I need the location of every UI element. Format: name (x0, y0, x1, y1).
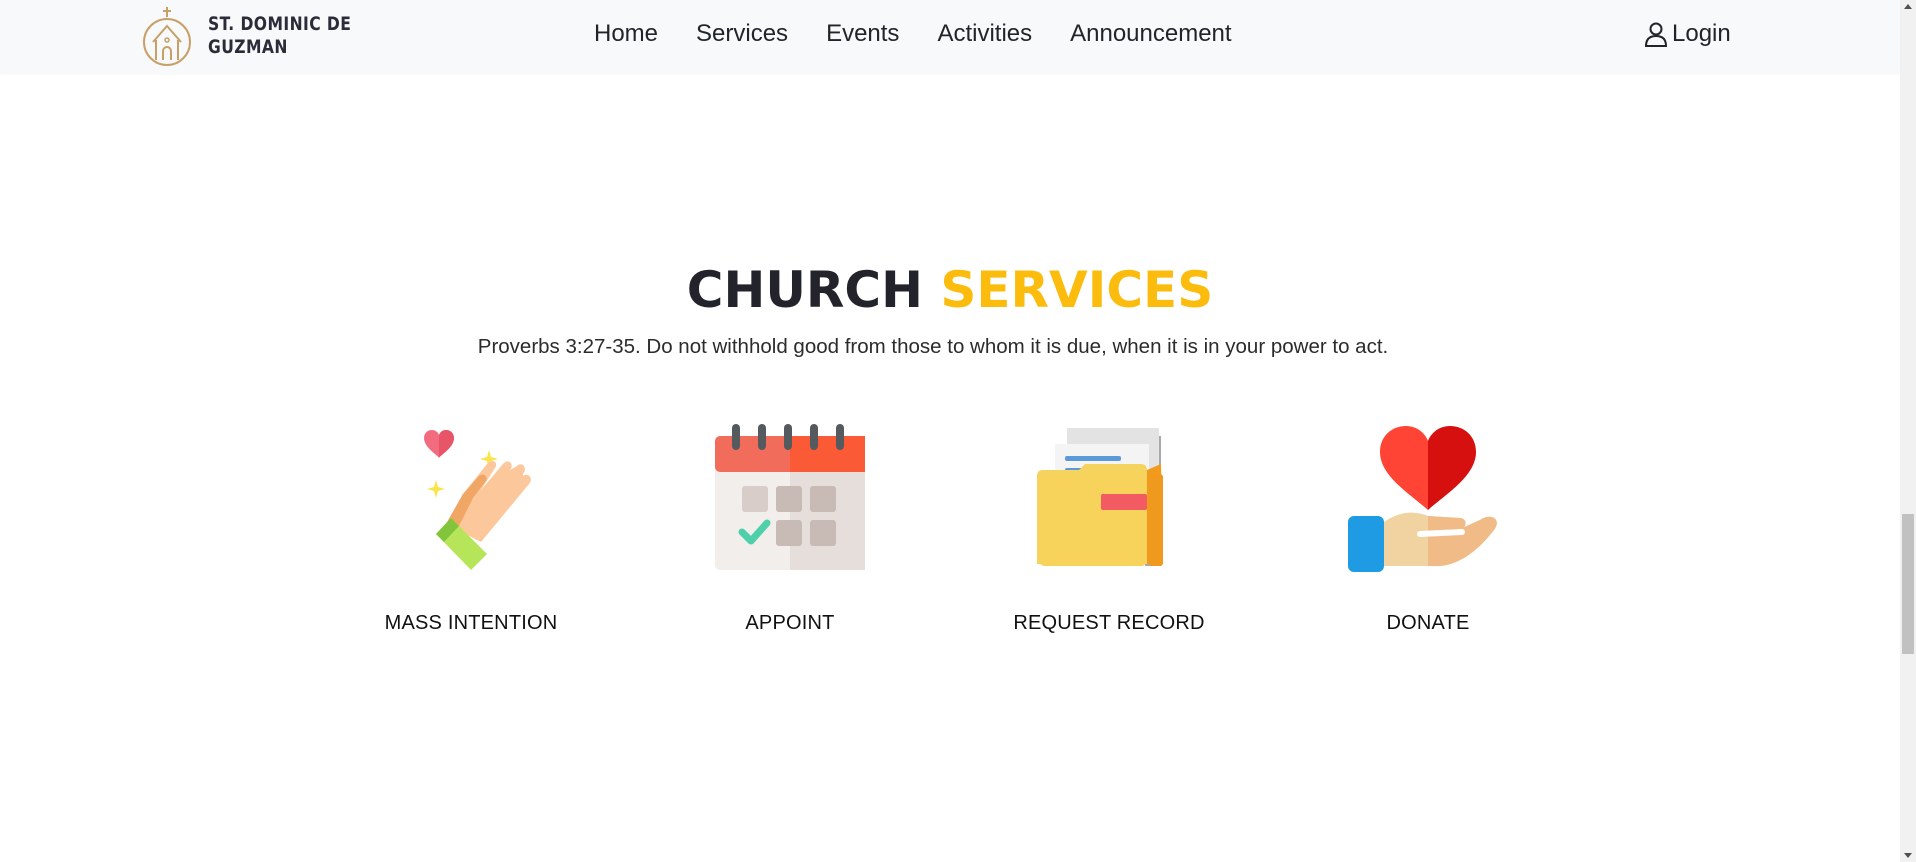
vertical-scrollbar[interactable] (1900, 0, 1916, 862)
folder-documents-icon (1037, 428, 1163, 566)
scroll-up-arrow-icon[interactable] (1904, 4, 1912, 9)
praying-hands-icon (424, 429, 531, 570)
service-label-mass-intention: MASS INTENTION (384, 612, 558, 634)
service-label-request-record: REQUEST RECORD (1013, 612, 1205, 634)
service-label-appoint: APPOINT (745, 612, 835, 634)
services-grid: MASS INTENTION APPOINT REQUEST RECORD DO… (0, 0, 1900, 862)
heart-in-hand-icon (1348, 426, 1497, 572)
scroll-down-arrow-icon[interactable] (1904, 853, 1912, 858)
scrollbar-thumb[interactable] (1902, 514, 1914, 654)
calendar-icon (715, 424, 865, 570)
service-label-donate: DONATE (1386, 612, 1470, 634)
